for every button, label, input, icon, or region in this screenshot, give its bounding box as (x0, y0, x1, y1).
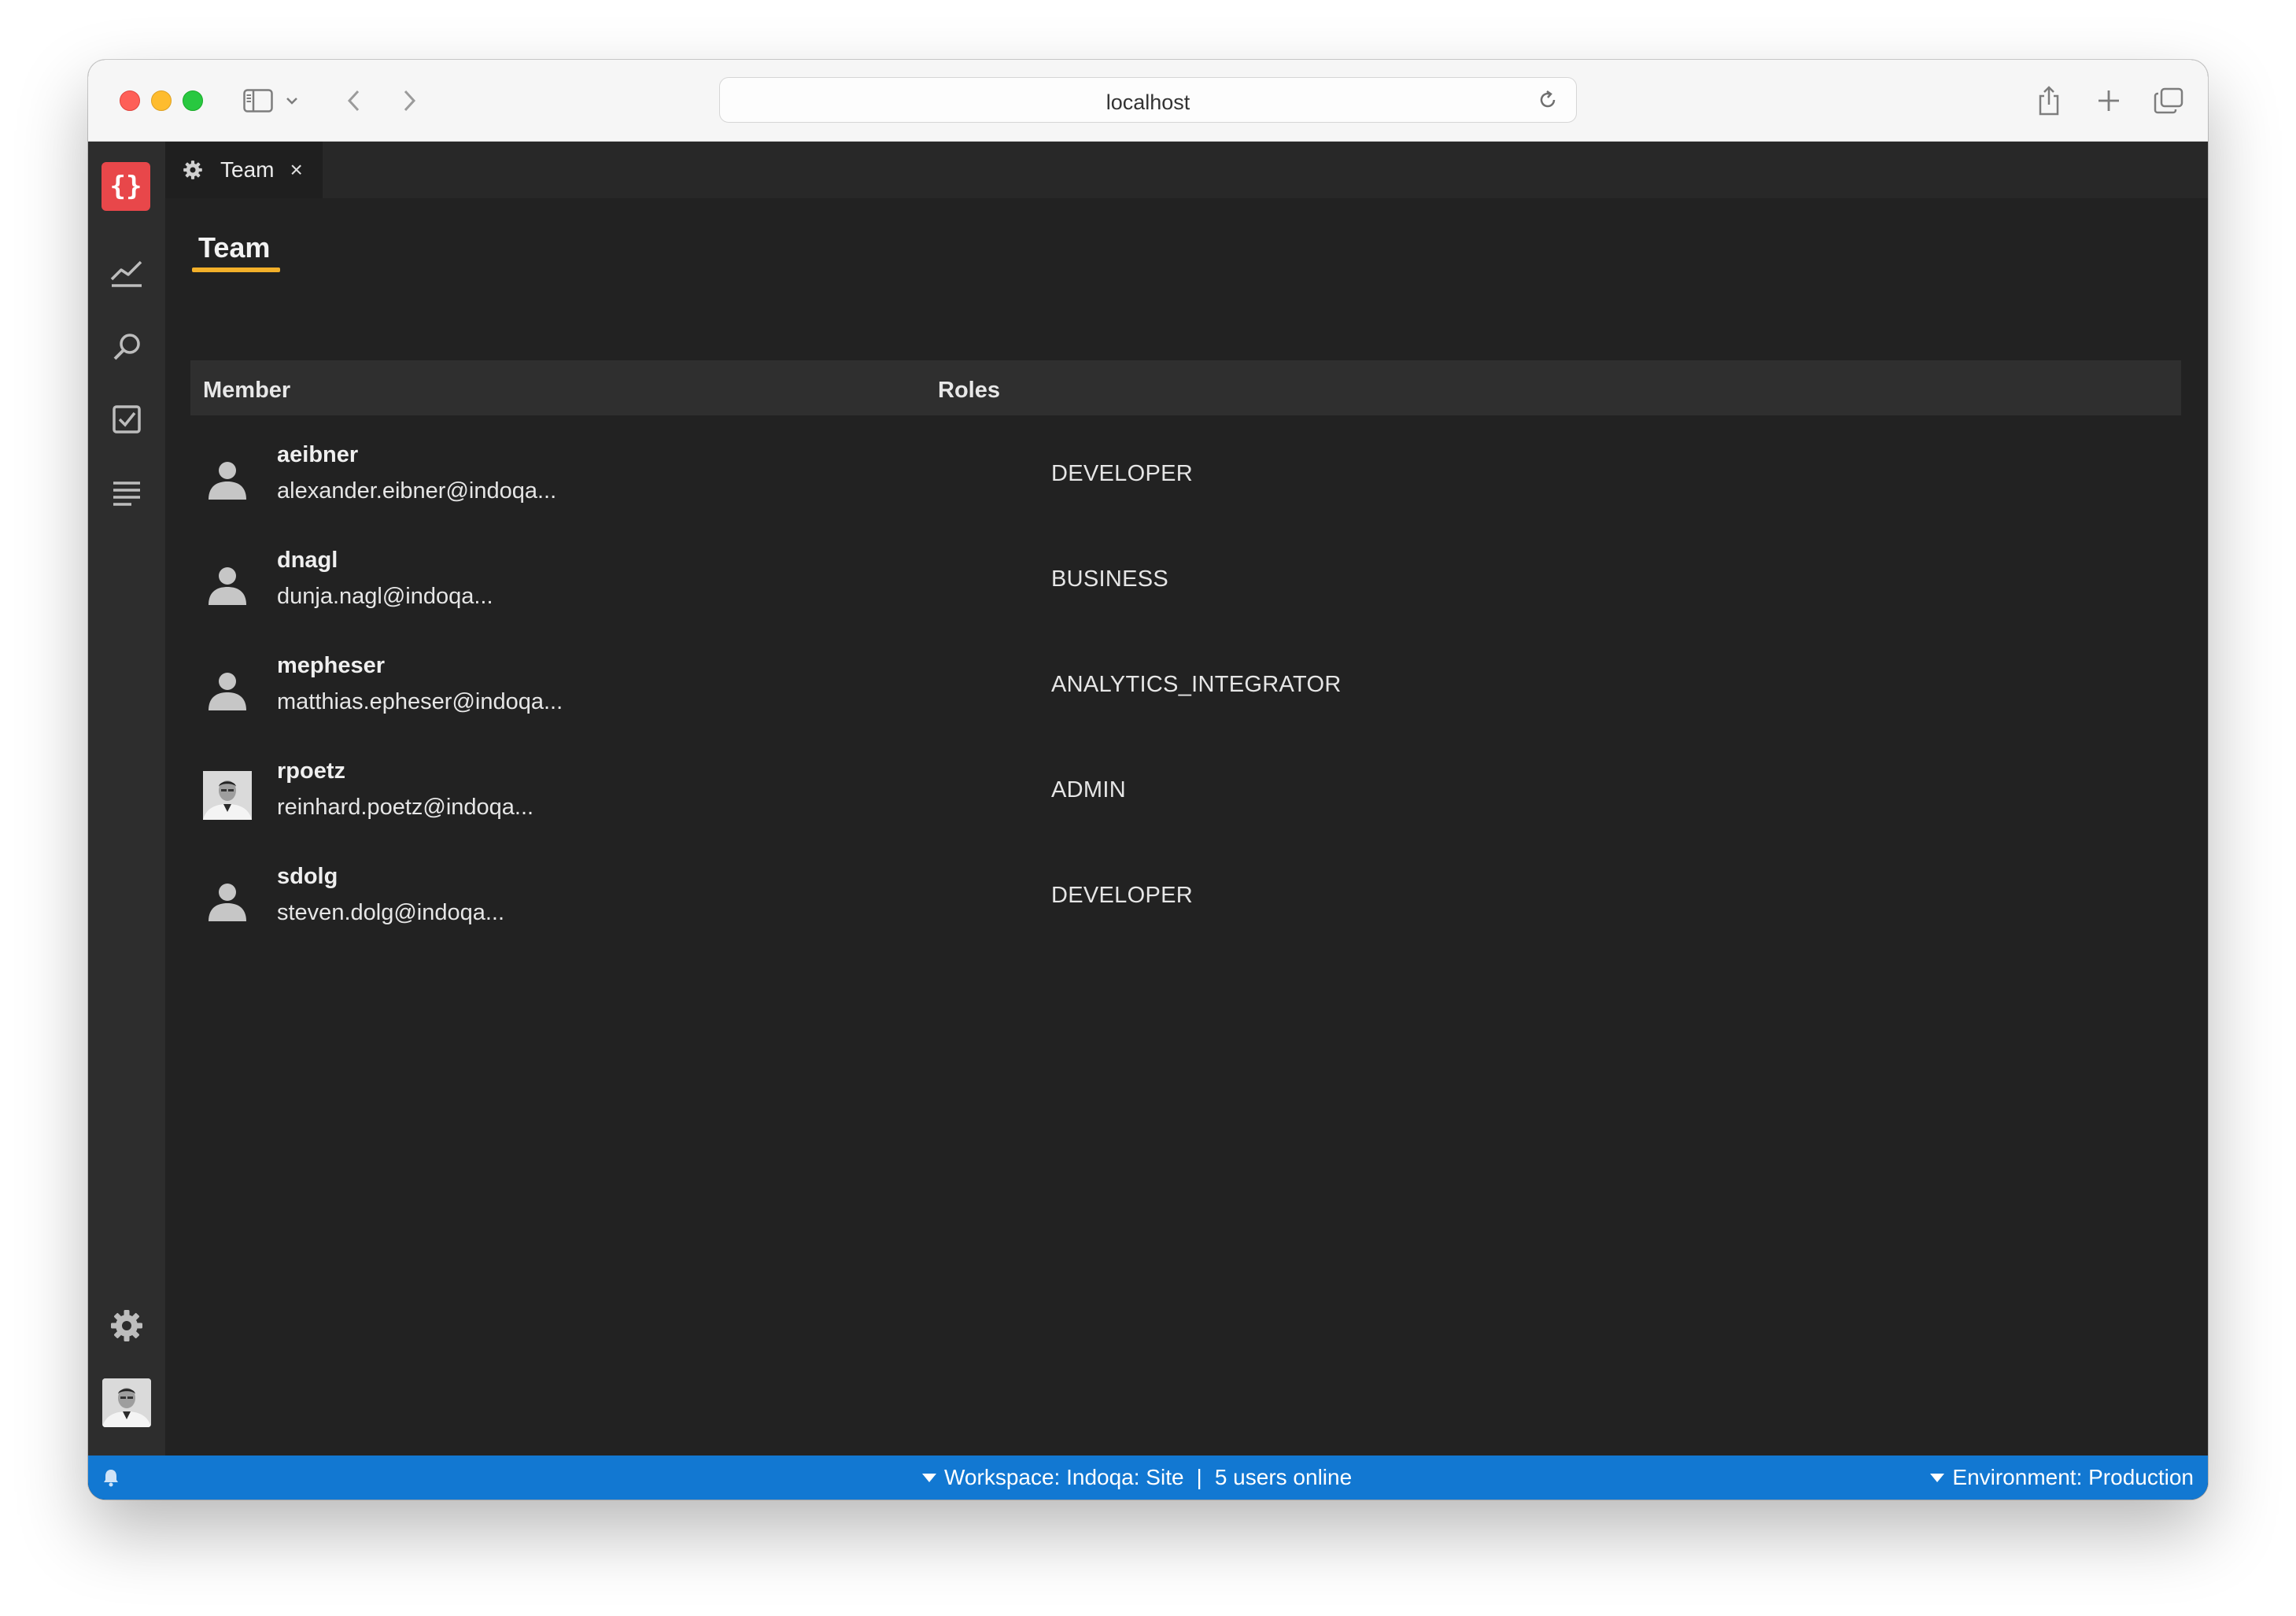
member-role: ADMIN (1051, 777, 1126, 802)
user-avatar[interactable] (102, 1378, 151, 1427)
member-email: steven.dolg@indoqa... (277, 900, 505, 925)
share-icon[interactable] (2035, 85, 2063, 116)
back-arrow-icon[interactable] (341, 85, 365, 116)
column-header-roles: Roles (938, 378, 1000, 403)
member-email: matthias.epheser@indoqa... (277, 689, 563, 714)
tasks-checkbox-icon[interactable] (107, 400, 146, 439)
editor-tab-bar: Team × (165, 142, 2208, 198)
member-photo-avatar (201, 769, 253, 821)
address-bar[interactable]: localhost (719, 77, 1577, 123)
environment-label: Environment: Production (1952, 1465, 2194, 1489)
settings-gear-icon[interactable] (107, 1306, 146, 1345)
caret-down-icon (1930, 1473, 1945, 1482)
member-role: ANALYTICS_INTEGRATOR (1051, 672, 1342, 697)
member-role: DEVELOPER (1051, 461, 1193, 486)
reload-icon[interactable] (1537, 89, 1559, 115)
table-row[interactable]: rpoetz reinhard.poetz@indoqa... ADMIN (190, 741, 2181, 847)
title-underline (192, 267, 280, 272)
member-username: sdolg (277, 864, 338, 889)
browser-toolbar: localhost (88, 60, 2208, 142)
member-role: BUSINESS (1051, 566, 1169, 592)
person-placeholder-icon (201, 453, 253, 505)
member-username: rpoetz (277, 758, 345, 784)
table-header: Member Roles (190, 360, 2181, 415)
activity-bar: {} (88, 142, 165, 1456)
person-placeholder-icon (201, 664, 253, 716)
caret-down-icon (922, 1473, 936, 1482)
close-window-button[interactable] (120, 90, 140, 111)
person-placeholder-icon (201, 875, 253, 927)
users-online-label: 5 users online (1214, 1465, 1353, 1489)
workspace-label: Workspace: Indoqa: Site (944, 1465, 1184, 1489)
close-tab-icon[interactable]: × (290, 157, 302, 183)
new-tab-plus-icon[interactable] (2095, 85, 2123, 116)
minimize-window-button[interactable] (151, 90, 172, 111)
search-icon[interactable] (107, 327, 146, 367)
analytics-chart-icon[interactable] (107, 253, 146, 293)
tab-label: Team (220, 157, 275, 182)
page-title: Team (198, 231, 271, 264)
status-separator: | (1196, 1465, 1202, 1489)
bell-icon[interactable] (102, 1468, 120, 1491)
tab-overview-icon[interactable] (2151, 85, 2186, 116)
app-logo[interactable]: {} (102, 162, 150, 211)
tab-team[interactable]: Team × (165, 142, 323, 198)
member-email: alexander.eibner@indoqa... (277, 478, 557, 504)
browser-window: localhost {} Team × Team Member Roles ae… (88, 60, 2208, 1500)
table-row[interactable]: aeibner alexander.eibner@indoqa... DEVEL… (190, 425, 2181, 530)
gear-icon (183, 160, 203, 180)
url-text: localhost (1106, 90, 1190, 114)
member-username: aeibner (277, 442, 359, 467)
member-email: reinhard.poetz@indoqa... (277, 795, 534, 820)
sidebar-toggle-icon[interactable] (241, 85, 275, 116)
workspace-status[interactable]: Workspace: Indoqa: Site | 5 users online (922, 1465, 1352, 1490)
list-lines-icon[interactable] (107, 474, 146, 513)
member-role: DEVELOPER (1051, 883, 1193, 908)
team-page: Team Member Roles aeibner alexander.eibn… (165, 198, 2208, 1456)
person-placeholder-icon (201, 559, 253, 611)
forward-arrow-icon[interactable] (398, 85, 422, 116)
member-username: dnagl (277, 548, 338, 573)
member-email: dunja.nagl@indoqa... (277, 584, 493, 609)
table-row[interactable]: dnagl dunja.nagl@indoqa... BUSINESS (190, 530, 2181, 636)
zoom-window-button[interactable] (183, 90, 203, 111)
column-header-member: Member (203, 378, 291, 403)
table-row[interactable]: sdolg steven.dolg@indoqa... DEVELOPER (190, 847, 2181, 952)
environment-status[interactable]: Environment: Production (1930, 1465, 2194, 1490)
table-row[interactable]: mepheser matthias.epheser@indoqa... ANAL… (190, 636, 2181, 741)
app-root: {} Team × Team Member Roles aeibner alex… (88, 142, 2208, 1500)
chevron-down-icon[interactable] (283, 85, 301, 116)
status-bar: Workspace: Indoqa: Site | 5 users online… (88, 1456, 2208, 1500)
member-username: mepheser (277, 653, 386, 678)
